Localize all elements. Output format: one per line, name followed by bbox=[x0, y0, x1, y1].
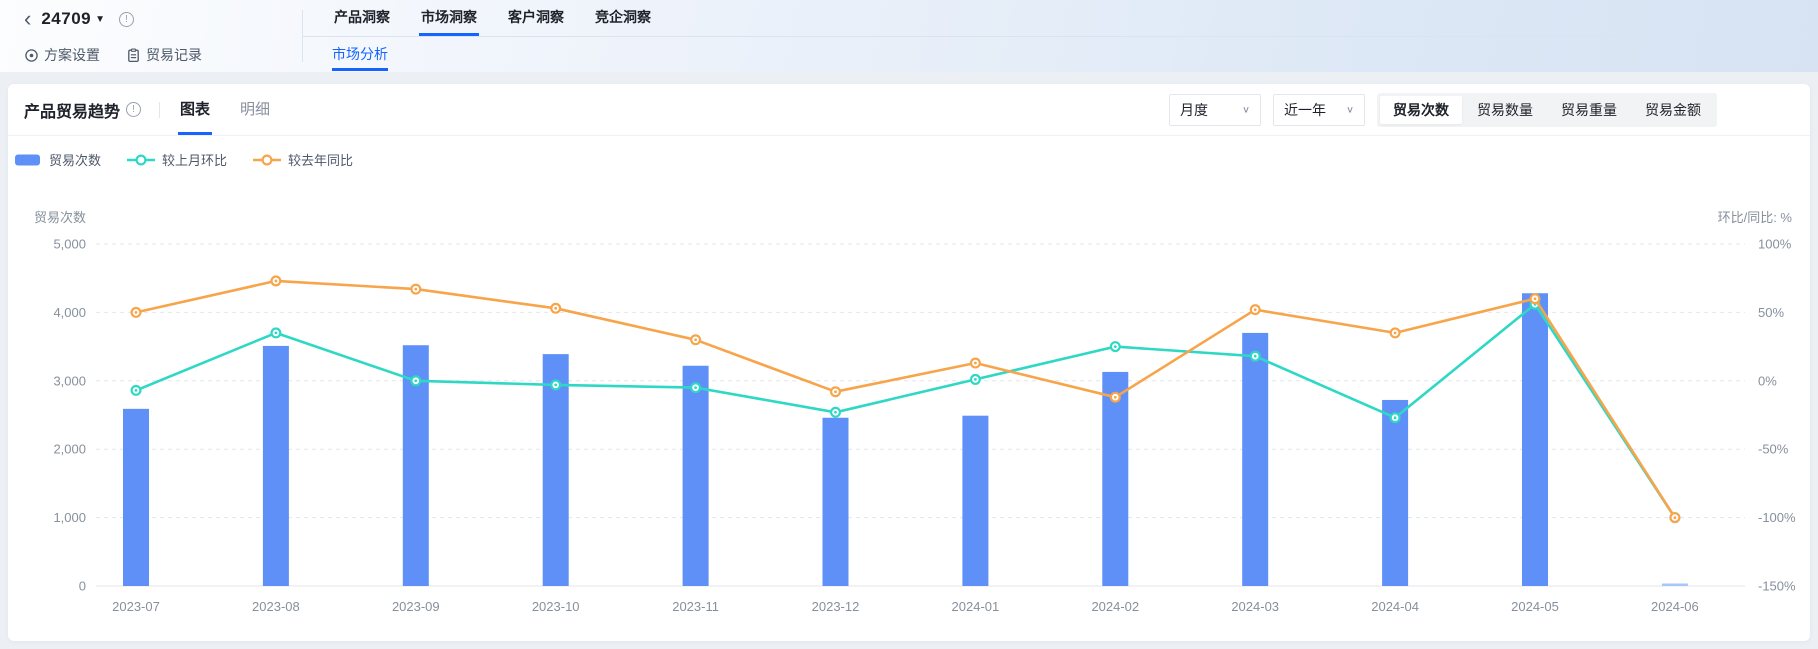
metric-segmented-control: 贸易次数贸易数量贸易重量贸易金额 bbox=[1377, 93, 1717, 127]
card-header: 产品贸易趋势 ! 图表明细 月度 ∨ 近一年 ∨ 贸易次数贸易数量贸易重量贸易金… bbox=[8, 84, 1810, 136]
svg-text:2023-10: 2023-10 bbox=[532, 599, 580, 614]
legend-item-mom[interactable]: 较上月环比 bbox=[127, 150, 227, 169]
period-select-value: 月度 bbox=[1180, 100, 1208, 120]
svg-text:100%: 100% bbox=[1758, 237, 1792, 252]
metric-button-trade-count[interactable]: 贸易次数 bbox=[1380, 96, 1462, 124]
range-select[interactable]: 近一年 ∨ bbox=[1273, 94, 1365, 126]
legend-bar-swatch bbox=[14, 153, 42, 167]
bar-2023-12 bbox=[823, 418, 849, 586]
line-series-mom[interactable] bbox=[132, 300, 1680, 522]
legend-item-yoy[interactable]: 较去年同比 bbox=[253, 150, 353, 169]
trade-trend-card: 产品贸易趋势 ! 图表明细 月度 ∨ 近一年 ∨ 贸易次数贸易数量贸易重量贸易金… bbox=[8, 84, 1810, 641]
legend-item-trade-count[interactable]: 贸易次数 bbox=[14, 150, 101, 169]
view-tabs: 图表明细 bbox=[178, 84, 298, 135]
chevron-down-icon: ∨ bbox=[1346, 104, 1354, 115]
metric-button-trade-weight[interactable]: 贸易重量 bbox=[1548, 96, 1630, 124]
svg-text:-100%: -100% bbox=[1758, 510, 1796, 525]
header-right: 产品洞察市场洞察客户洞察竞企洞察 市场分析 bbox=[303, 0, 1818, 72]
bar-2024-06 bbox=[1662, 584, 1688, 587]
header-left: ‹ 24709 ▼ ! 方案设置 贸易记录 bbox=[0, 0, 302, 72]
subtab-market-analysis[interactable]: 市场分析 bbox=[332, 44, 388, 64]
back-icon[interactable]: ‹ bbox=[24, 9, 31, 29]
view-tab-detail[interactable]: 明细 bbox=[238, 84, 272, 135]
svg-text:2023-08: 2023-08 bbox=[252, 599, 300, 614]
svg-text:2024-05: 2024-05 bbox=[1511, 599, 1559, 614]
bar-2024-04 bbox=[1382, 400, 1408, 586]
primary-nav: 产品洞察市场洞察客户洞察竞企洞察 bbox=[303, 0, 1818, 37]
bar-2023-08 bbox=[263, 346, 289, 586]
range-select-value: 近一年 bbox=[1284, 100, 1326, 120]
bar-2024-03 bbox=[1242, 333, 1268, 586]
card-title: 产品贸易趋势 bbox=[24, 98, 120, 122]
svg-text:2024-03: 2024-03 bbox=[1231, 599, 1279, 614]
x-axis-labels: 2023-07 2023-08 2023-09 2023-10 2023-11 2023-… bbox=[112, 599, 1699, 614]
svg-text:50%: 50% bbox=[1758, 305, 1784, 320]
svg-text:2023-09: 2023-09 bbox=[392, 599, 440, 614]
top-header: ‹ 24709 ▼ ! 方案设置 贸易记录 产品洞察市场洞察客户洞察竞企洞察 市场… bbox=[0, 0, 1818, 72]
svg-text:4,000: 4,000 bbox=[53, 305, 86, 320]
chart-legend: 贸易次数 较上月环比 较去年同比 bbox=[14, 150, 353, 169]
gridlines bbox=[96, 244, 1745, 586]
secondary-nav: 市场分析 bbox=[303, 37, 1818, 71]
svg-text:0%: 0% bbox=[1758, 373, 1777, 388]
view-tab-chart[interactable]: 图表 bbox=[178, 84, 212, 135]
period-select[interactable]: 月度 ∨ bbox=[1169, 94, 1261, 126]
svg-text:2024-04: 2024-04 bbox=[1371, 599, 1419, 614]
legend-label: 较上月环比 bbox=[162, 150, 227, 169]
trend-chart[interactable]: 贸易次数 环比/同比: % 5,000 4,000 3,000 2,000 1,000 0 10… bbox=[8, 174, 1810, 641]
svg-text:2023-12: 2023-12 bbox=[812, 599, 860, 614]
clipboard-icon bbox=[126, 48, 141, 63]
trade-records-label: 贸易记录 bbox=[146, 45, 202, 65]
chevron-down-icon: ∨ bbox=[1242, 104, 1250, 115]
bar-2023-11 bbox=[683, 366, 709, 586]
line-series-yoy[interactable] bbox=[132, 277, 1680, 522]
legend-label: 较去年同比 bbox=[288, 150, 353, 169]
plan-settings-label: 方案设置 bbox=[44, 45, 100, 65]
trade-records-button[interactable]: 贸易记录 bbox=[126, 45, 202, 65]
svg-text:2023-11: 2023-11 bbox=[672, 599, 719, 614]
plan-id[interactable]: 24709 bbox=[41, 9, 91, 29]
title-divider bbox=[159, 102, 160, 118]
info-icon[interactable]: ! bbox=[119, 12, 134, 27]
bars-series[interactable] bbox=[123, 293, 1688, 586]
nav-tab-customer-insight[interactable]: 客户洞察 bbox=[506, 0, 566, 36]
title-info-icon[interactable]: ! bbox=[126, 102, 141, 117]
svg-text:1,000: 1,000 bbox=[53, 510, 86, 525]
target-icon bbox=[24, 48, 39, 63]
svg-text:2024-06: 2024-06 bbox=[1651, 599, 1699, 614]
svg-text:2024-01: 2024-01 bbox=[952, 599, 1000, 614]
legend-line-swatch bbox=[127, 153, 155, 167]
nav-tab-competitor-insight[interactable]: 竞企洞察 bbox=[593, 0, 653, 36]
nav-tab-market-insight[interactable]: 市场洞察 bbox=[419, 0, 479, 36]
svg-text:贸易次数: 贸易次数 bbox=[34, 210, 86, 225]
svg-text:2024-02: 2024-02 bbox=[1091, 599, 1139, 614]
metric-button-trade-volume[interactable]: 贸易数量 bbox=[1464, 96, 1546, 124]
bar-2024-01 bbox=[962, 416, 988, 586]
svg-text:0: 0 bbox=[79, 579, 86, 594]
legend-line-swatch bbox=[253, 153, 281, 167]
trend-chart-svg: 贸易次数 环比/同比: % 5,000 4,000 3,000 2,000 1,000 0 10… bbox=[8, 174, 1810, 641]
svg-text:3,000: 3,000 bbox=[53, 373, 86, 388]
metric-button-trade-amount[interactable]: 贸易金额 bbox=[1632, 96, 1714, 124]
plan-settings-button[interactable]: 方案设置 bbox=[24, 45, 100, 65]
bar-2024-02 bbox=[1102, 372, 1128, 586]
nav-tab-product-insight[interactable]: 产品洞察 bbox=[332, 0, 392, 36]
caret-down-icon[interactable]: ▼ bbox=[95, 14, 105, 25]
svg-text:-150%: -150% bbox=[1758, 579, 1796, 594]
svg-text:2023-07: 2023-07 bbox=[112, 599, 160, 614]
bar-2024-05 bbox=[1522, 293, 1548, 586]
svg-text:环比/同比: %: 环比/同比: % bbox=[1718, 210, 1793, 225]
subtab-active-underline bbox=[332, 68, 388, 71]
svg-text:-50%: -50% bbox=[1758, 442, 1789, 457]
legend-label: 贸易次数 bbox=[49, 150, 101, 169]
bar-2023-07 bbox=[123, 409, 149, 586]
svg-text:2,000: 2,000 bbox=[53, 442, 86, 457]
svg-text:5,000: 5,000 bbox=[53, 237, 86, 252]
